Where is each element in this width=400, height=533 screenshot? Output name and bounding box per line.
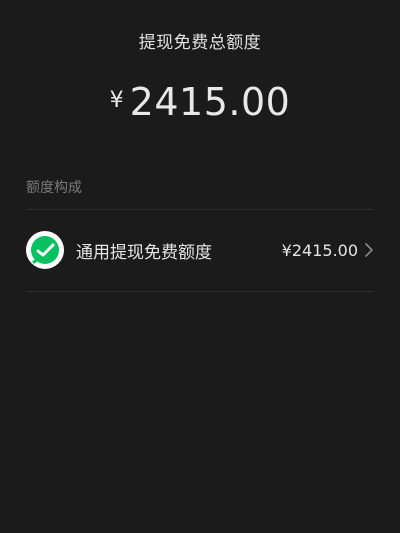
section-title: 额度构成 [26, 180, 82, 196]
total-amount-value: 2415.00 [129, 80, 291, 124]
quota-item-general[interactable]: 通用提现免费额度 ¥2415.00 [26, 210, 374, 290]
wechat-pay-icon [26, 231, 64, 269]
page-title: 提现免费总额度 [138, 33, 262, 53]
currency-symbol: ¥ [109, 88, 124, 113]
chevron-right-icon [364, 243, 374, 257]
quota-item-label: 通用提现免费额度 [76, 242, 212, 263]
total-amount: ¥ 2415.00 [0, 80, 400, 124]
quota-item-value: ¥2415.00 [281, 240, 358, 260]
divider-bottom [26, 291, 374, 292]
quota-page: 提现免费总额度 ¥ 2415.00 额度构成 通用提现免费额度 ¥2415.00 [0, 0, 400, 533]
